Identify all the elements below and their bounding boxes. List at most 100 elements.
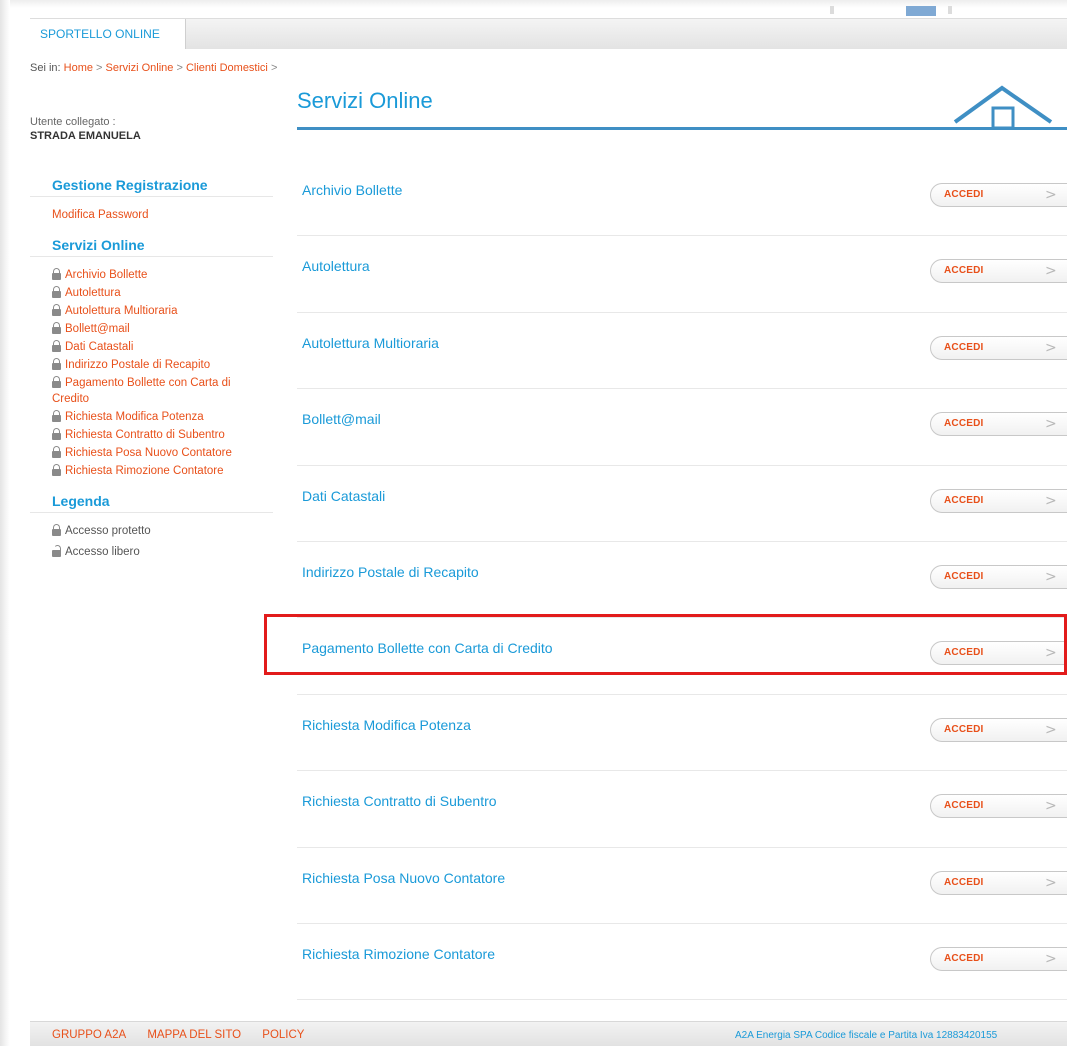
accedi-button[interactable]: ACCEDI >	[930, 335, 1067, 360]
accedi-label: ACCEDI	[944, 341, 984, 353]
service-row: Richiesta Contratto di Subentro ACCEDI >	[297, 771, 1067, 848]
accedi-label: ACCEDI	[944, 189, 984, 200]
sidebar-item-label: Indirizzo Postale di Recapito	[65, 359, 211, 371]
breadcrumb-separator: >	[96, 62, 103, 74]
accedi-button[interactable]: ACCEDI >	[930, 412, 1067, 437]
breadcrumb-servizi-online[interactable]: Servizi Online	[106, 62, 174, 74]
chevron-right-icon: >	[1045, 339, 1057, 356]
sidebar-item-indirizzo-postale[interactable]: Indirizzo Postale di Recapito	[30, 357, 273, 373]
service-row: Bollett@mail ACCEDI >	[297, 389, 1067, 466]
service-name[interactable]: Dati Catastali	[302, 488, 385, 504]
service-name[interactable]: Autolettura Multioraria	[302, 335, 439, 351]
service-name[interactable]: Richiesta Contratto di Subentro	[302, 793, 497, 809]
breadcrumb-prefix: Sei in:	[30, 62, 61, 74]
lock-icon	[52, 409, 61, 422]
sidebar-item-archivio-bollette[interactable]: Archivio Bollette	[30, 267, 273, 283]
service-row: Dati Catastali ACCEDI >	[297, 466, 1067, 542]
sidebar-heading-legend: Legenda	[30, 493, 273, 513]
top-navigation-bar: SPORTELLO ONLINE	[30, 18, 1067, 49]
sidebar-item-label: Pagamento Bollette con Carta di Credito	[52, 377, 231, 405]
sidebar-heading-registration: Gestione Registrazione	[30, 177, 273, 197]
sidebar-item-pagamento-bollette[interactable]: Pagamento Bollette con Carta di Credito	[30, 375, 273, 407]
sidebar-item-dati-catastali[interactable]: Dati Catastali	[30, 339, 273, 355]
sidebar-link-change-password[interactable]: Modifica Password	[52, 207, 273, 223]
chevron-right-icon: >	[1045, 645, 1057, 662]
accedi-button[interactable]: ACCEDI >	[930, 794, 1067, 819]
footer-link-mappa-del-sito[interactable]: MAPPA DEL SITO	[147, 1029, 241, 1041]
accedi-label: ACCEDI	[944, 265, 984, 277]
sidebar-item-label: Archivio Bollette	[65, 269, 148, 281]
service-row: Autolettura Multioraria ACCEDI >	[297, 313, 1067, 390]
accedi-label: ACCEDI	[944, 647, 984, 659]
accedi-button[interactable]: ACCEDI >	[930, 946, 1067, 971]
accedi-label: ACCEDI	[944, 494, 984, 506]
sidebar-item-label: Richiesta Contratto di Subentro	[65, 429, 225, 441]
page-title: Servizi Online	[297, 88, 433, 113]
legend-free: Accesso libero	[30, 544, 273, 560]
breadcrumb-separator: >	[176, 62, 183, 74]
service-name[interactable]: Richiesta Posa Nuovo Contatore	[302, 870, 505, 886]
sidebar-item-autolettura[interactable]: Autolettura	[30, 285, 273, 301]
breadcrumb-home[interactable]: Home	[64, 62, 93, 74]
house-icon	[953, 85, 1053, 130]
service-name[interactable]: Pagamento Bollette con Carta di Credito	[302, 640, 553, 656]
service-row: Archivio Bollette ACCEDI >	[297, 160, 1067, 237]
sidebar-item-label: Richiesta Modifica Potenza	[65, 411, 204, 423]
sidebar-item-label: Autolettura Multioraria	[65, 305, 178, 317]
accedi-label: ACCEDI	[944, 418, 984, 430]
sidebar-item-modifica-potenza[interactable]: Richiesta Modifica Potenza	[30, 409, 273, 425]
accedi-button[interactable]: ACCEDI >	[930, 717, 1067, 742]
service-name[interactable]: Bollett@mail	[302, 411, 381, 427]
chevron-right-icon: >	[1045, 950, 1057, 967]
sidebar-item-label: Bollett@mail	[65, 323, 130, 335]
accedi-button[interactable]: ACCEDI >	[930, 183, 1067, 207]
breadcrumb: Sei in: Home > Servizi Online > Clienti …	[30, 62, 277, 74]
footer-link-gruppo-a2a[interactable]: GRUPPO A2A	[52, 1029, 126, 1041]
sidebar-item-posa-contatore[interactable]: Richiesta Posa Nuovo Contatore	[30, 445, 273, 461]
sidebar-item-bollettmail[interactable]: Bollett@mail	[30, 321, 273, 337]
sidebar-item-rimozione-contatore[interactable]: Richiesta Rimozione Contatore	[30, 463, 273, 479]
sidebar-item-autolettura-multioraria[interactable]: Autolettura Multioraria	[30, 303, 273, 319]
breadcrumb-clienti-domestici[interactable]: Clienti Domestici	[186, 62, 268, 74]
logged-user: Utente collegato : STRADA EMANUELA	[30, 115, 141, 143]
sidebar-item-label: Dati Catastali	[65, 341, 134, 353]
lock-icon	[52, 303, 61, 316]
service-name[interactable]: Autolettura	[302, 258, 370, 274]
header-decoration	[906, 6, 936, 16]
lock-icon	[52, 339, 61, 352]
accedi-button[interactable]: ACCEDI >	[930, 870, 1067, 895]
sidebar-section-legend: Legenda Accesso protetto Accesso libero	[30, 493, 273, 560]
lock-icon	[52, 427, 61, 440]
accedi-button[interactable]: ACCEDI >	[930, 564, 1067, 589]
service-name[interactable]: Richiesta Modifica Potenza	[302, 717, 471, 733]
accedi-button[interactable]: ACCEDI >	[930, 641, 1067, 666]
logged-user-label: Utente collegato :	[30, 116, 116, 128]
accedi-label: ACCEDI	[944, 800, 984, 812]
sidebar-heading-services: Servizi Online	[30, 237, 273, 257]
footer-link-policy[interactable]: POLICY	[262, 1029, 304, 1041]
service-row-highlighted: Pagamento Bollette con Carta di Credito …	[297, 618, 1067, 695]
service-row: Richiesta Posa Nuovo Contatore ACCEDI >	[297, 848, 1067, 924]
service-name[interactable]: Archivio Bollette	[302, 182, 402, 198]
footer-copyright: A2A Energia SPA Codice fiscale e Partita…	[735, 1030, 998, 1041]
header-decoration	[830, 6, 834, 14]
sidebar-item-label: Richiesta Posa Nuovo Contatore	[65, 447, 232, 459]
sidebar-item-contratto-subentro[interactable]: Richiesta Contratto di Subentro	[30, 427, 273, 443]
service-name[interactable]: Indirizzo Postale di Recapito	[302, 564, 479, 580]
accedi-label: ACCEDI	[944, 723, 984, 735]
service-row: Richiesta Modifica Potenza ACCEDI >	[297, 695, 1067, 772]
lock-icon	[52, 463, 61, 476]
service-list: Archivio Bollette ACCEDI > Autolettura A…	[297, 160, 1067, 1001]
chevron-right-icon: >	[1045, 721, 1057, 738]
legend-free-label: Accesso libero	[65, 546, 140, 558]
service-row: Autolettura ACCEDI >	[297, 236, 1067, 313]
left-shadow	[0, 0, 10, 1046]
service-row: Richiesta Rimozione Contatore ACCEDI >	[297, 924, 1067, 1001]
lock-icon	[52, 375, 61, 388]
accedi-button[interactable]: ACCEDI >	[930, 259, 1067, 284]
legend-protected: Accesso protetto	[30, 523, 273, 539]
lock-icon	[52, 267, 61, 280]
accedi-button[interactable]: ACCEDI >	[930, 488, 1067, 513]
tab-sportello-online[interactable]: SPORTELLO ONLINE	[30, 19, 186, 49]
service-name[interactable]: Richiesta Rimozione Contatore	[302, 946, 495, 962]
